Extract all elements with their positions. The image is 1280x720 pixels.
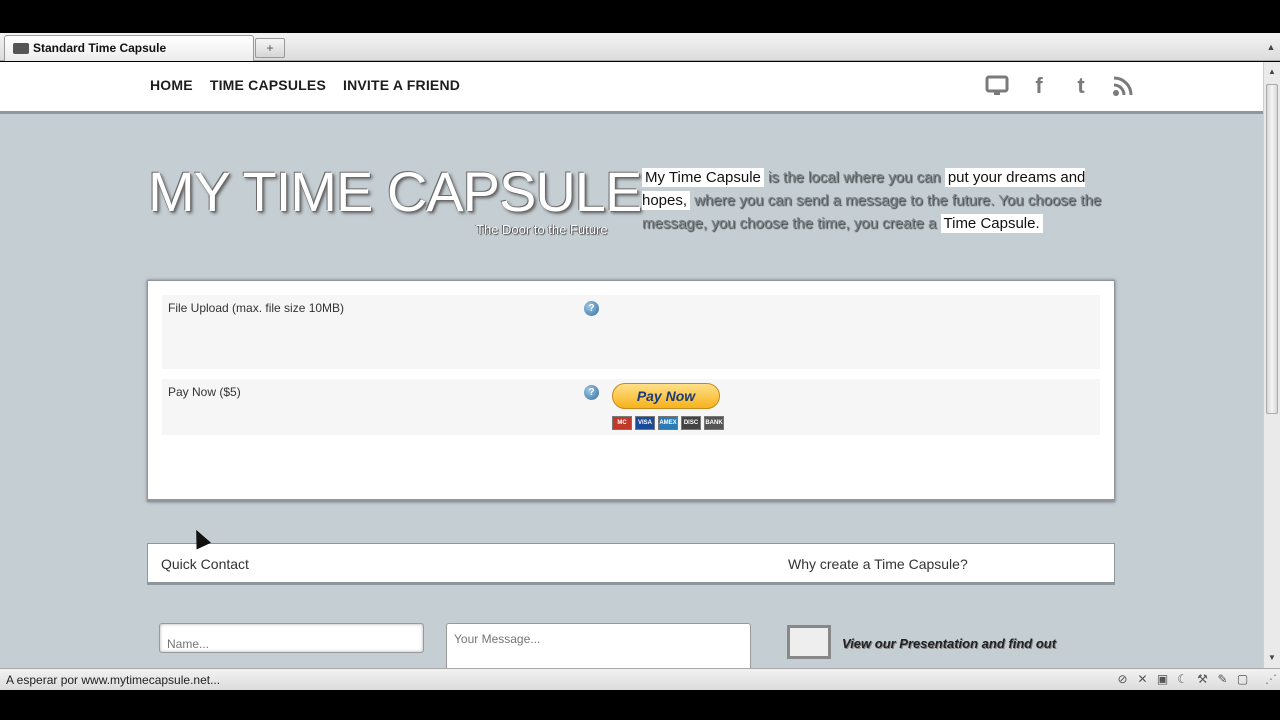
pay-now-row: Pay Now ($5) ? Pay Now MC VISA AMEX DISC…	[162, 379, 1100, 435]
name-input[interactable]	[159, 623, 424, 653]
visa-icon: VISA	[635, 416, 655, 430]
site-logo-title[interactable]: MY TIME CAPSULE	[148, 159, 642, 224]
scroll-down-icon[interactable]: ▼	[1266, 651, 1278, 665]
intro-text-2: is the local where you can	[763, 169, 945, 186]
why-create-heading: Why create a Time Capsule?	[788, 556, 968, 572]
resize-grip-icon[interactable]: ⋰	[1265, 672, 1277, 686]
scroll-up-icon[interactable]: ▲	[1266, 65, 1278, 79]
page-icon	[13, 43, 29, 54]
tab-title: Standard Time Capsule	[33, 41, 167, 55]
rss-icon[interactable]	[1111, 74, 1135, 98]
mastercard-icon: MC	[612, 416, 632, 430]
help-icon[interactable]: ?	[584, 301, 599, 316]
presentation-link[interactable]: View our Presentation and find out	[842, 636, 1056, 651]
file-upload-label: File Upload (max. file size 10MB)	[168, 301, 345, 315]
scroll-thumb[interactable]	[1266, 84, 1278, 414]
payment-cards: MC VISA AMEX DISC BANK	[612, 416, 724, 430]
browser-tab[interactable]: Standard Time Capsule	[4, 35, 254, 61]
image-icon[interactable]: ▣	[1155, 672, 1170, 687]
monitor-icon[interactable]	[985, 74, 1009, 98]
addon-icon[interactable]: ✕	[1135, 672, 1150, 687]
paypal-pay-now-button[interactable]: Pay Now	[612, 383, 720, 409]
social-links: f t	[985, 74, 1135, 98]
help-icon[interactable]: ?	[584, 385, 599, 400]
tab-list-arrow-icon[interactable]: ▲	[1264, 38, 1278, 56]
moon-icon[interactable]: ☾	[1175, 672, 1190, 687]
window-icon[interactable]: ▢	[1235, 672, 1250, 687]
quick-contact-heading: Quick Contact	[161, 556, 249, 572]
main-nav: HOME TIME CAPSULES INVITE A FRIEND	[150, 77, 460, 93]
presentation-thumbnail[interactable]	[787, 625, 831, 659]
browser-tab-bar: Standard Time Capsule + ▲	[0, 33, 1280, 61]
tool-icon[interactable]: ⚒	[1195, 672, 1210, 687]
pay-now-label: Pay Now ($5)	[168, 385, 241, 399]
bank-icon: BANK	[704, 416, 724, 430]
block-icon[interactable]: ⊘	[1115, 672, 1130, 687]
nav-time-capsules[interactable]: TIME CAPSULES	[210, 77, 326, 93]
intro-highlight-1: My Time Capsule	[642, 168, 764, 187]
capsule-form: File Upload (max. file size 10MB) ? Pay …	[147, 280, 1115, 502]
discover-icon: DISC	[681, 416, 701, 430]
intro-text: My Time Capsule is the local where you c…	[642, 166, 1102, 235]
site-header: HOME TIME CAPSULES INVITE A FRIEND f t	[0, 62, 1263, 114]
edit-icon[interactable]: ✎	[1215, 672, 1230, 687]
file-upload-row: File Upload (max. file size 10MB) ?	[162, 295, 1100, 369]
status-text: A esperar por www.mytimecapsule.net...	[6, 673, 221, 687]
contact-bar: Quick Contact Why create a Time Capsule?	[147, 543, 1115, 585]
page-viewport: HOME TIME CAPSULES INVITE A FRIEND f t M…	[0, 62, 1263, 668]
intro-highlight-3: Time Capsule.	[940, 214, 1043, 233]
vertical-scrollbar[interactable]: ▲ ▼	[1263, 62, 1280, 668]
new-tab-button[interactable]: +	[255, 38, 285, 58]
facebook-icon[interactable]: f	[1027, 74, 1051, 98]
nav-home[interactable]: HOME	[150, 77, 193, 93]
status-icons: ⊘ ✕ ▣ ☾ ⚒ ✎ ▢	[1115, 672, 1250, 687]
twitter-icon[interactable]: t	[1069, 74, 1093, 98]
message-input[interactable]	[446, 623, 751, 668]
screen: Standard Time Capsule + ▲ HOME TIME CAPS…	[0, 0, 1280, 720]
nav-invite-friend[interactable]: INVITE A FRIEND	[343, 77, 460, 93]
browser-status-bar: A esperar por www.mytimecapsule.net... ⊘…	[0, 668, 1280, 690]
site-tagline: The Door to the Future	[476, 222, 608, 237]
amex-icon: AMEX	[658, 416, 678, 430]
